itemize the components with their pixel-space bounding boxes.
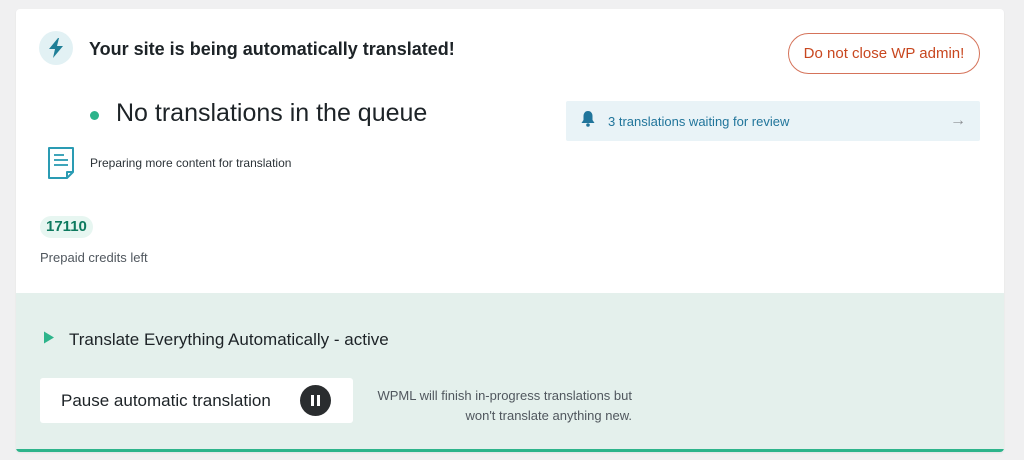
auto-translation-panel: Your site is being automatically transla… bbox=[16, 9, 1004, 452]
preparing-content-text: Preparing more content for translation bbox=[90, 156, 292, 170]
translate-everything-section: Translate Everything Automatically - act… bbox=[16, 293, 1004, 452]
pause-note-text: WPML will finish in-progress translation… bbox=[366, 386, 632, 426]
queue-status-text: No translations in the queue bbox=[116, 99, 428, 127]
arrow-right-icon: → bbox=[950, 112, 966, 129]
review-notification-text: 3 translations waiting for review bbox=[608, 113, 790, 129]
credits-label: Prepaid credits left bbox=[40, 250, 148, 265]
queue-status-dot bbox=[90, 111, 99, 120]
pause-icon bbox=[300, 385, 331, 416]
do-not-close-warning-button[interactable]: Do not close WP admin! bbox=[788, 33, 980, 74]
page-title: Your site is being automatically transla… bbox=[89, 39, 455, 59]
pause-note-line-1: WPML will finish in-progress translation… bbox=[377, 388, 632, 403]
document-icon bbox=[47, 146, 75, 180]
bell-icon bbox=[580, 110, 596, 132]
pause-note-line-2: won't translate anything new. bbox=[465, 408, 632, 423]
review-notification-link[interactable]: 3 translations waiting for review → bbox=[566, 101, 980, 141]
pause-automatic-translation-button[interactable]: Pause automatic translation bbox=[40, 378, 353, 423]
pause-button-label: Pause automatic translation bbox=[61, 391, 271, 410]
lightning-icon bbox=[39, 31, 73, 65]
translate-everything-title: Translate Everything Automatically - act… bbox=[69, 330, 389, 349]
play-icon bbox=[43, 331, 55, 349]
credits-count-badge: 17110 bbox=[40, 216, 93, 238]
